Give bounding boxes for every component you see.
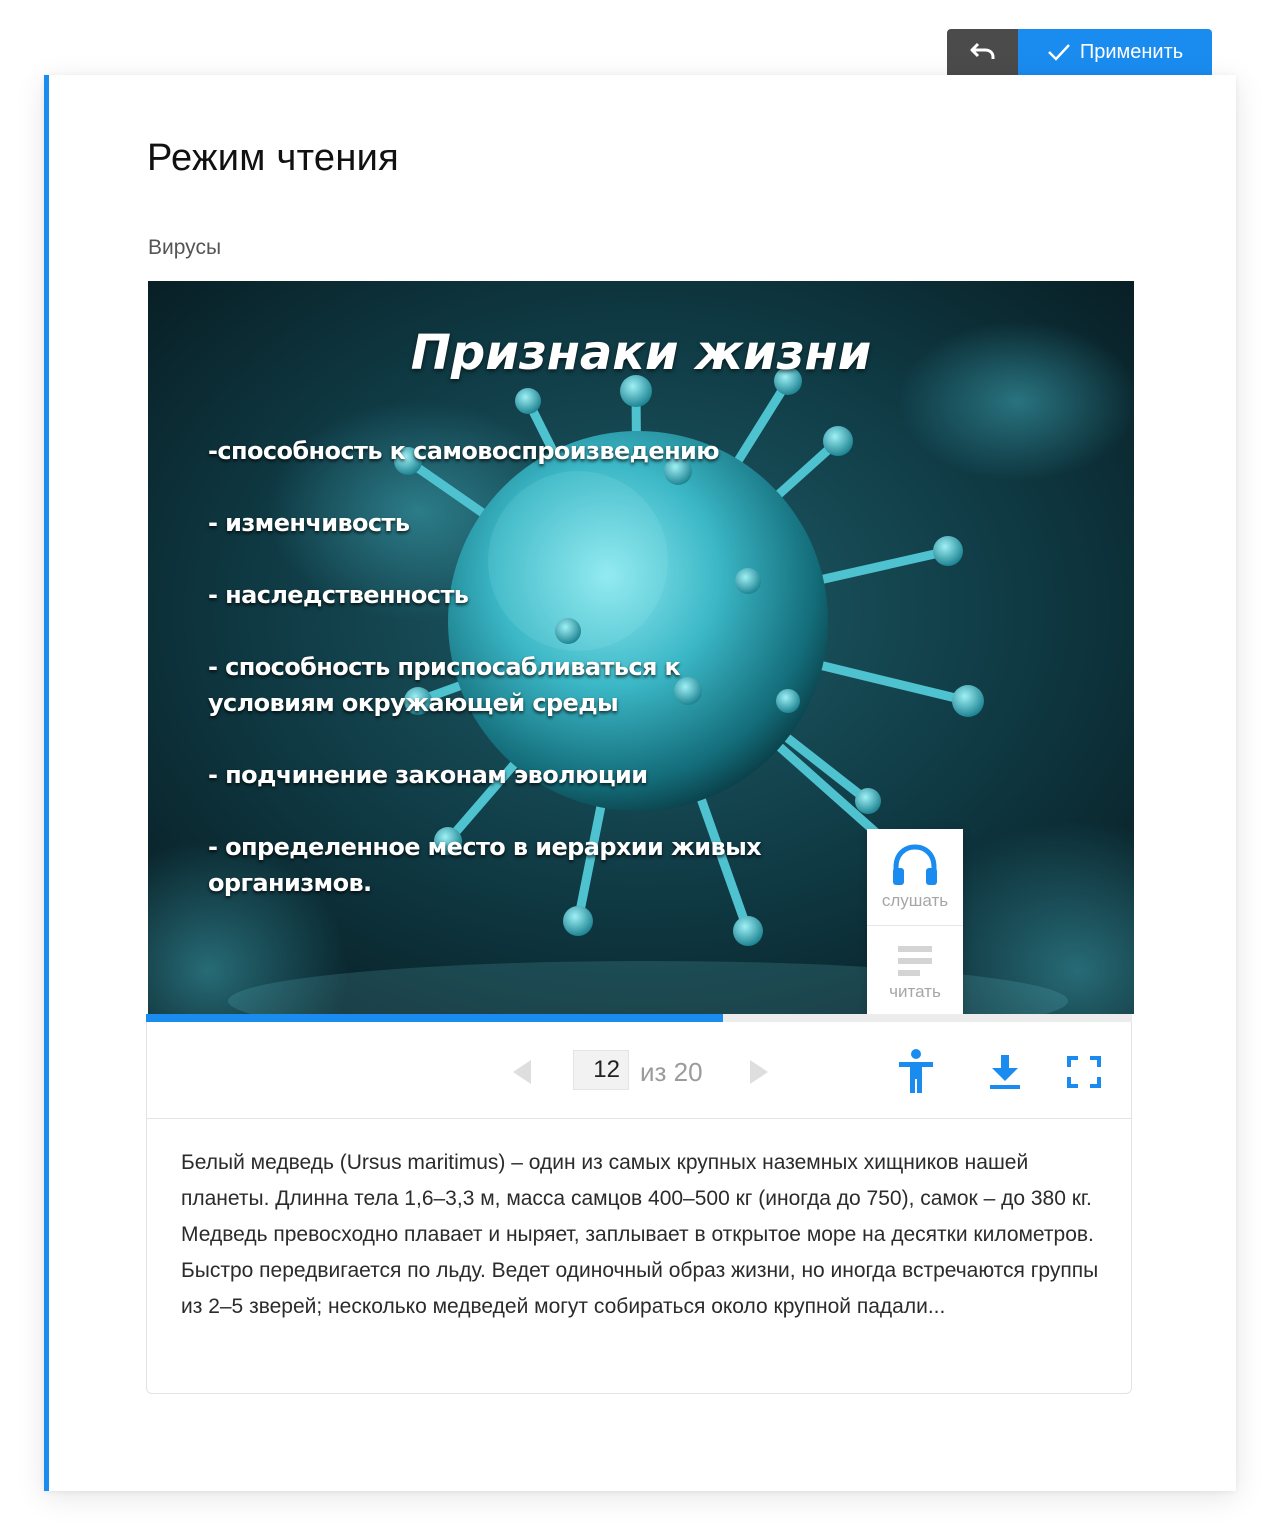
slide-progress-bar (146, 1014, 1132, 1022)
side-tools-panel: слушать читать (867, 829, 963, 1023)
fullscreen-button[interactable] (1067, 1056, 1101, 1093)
slide-description: Белый медведь (Ursus maritimus) – один и… (146, 1119, 1132, 1394)
reading-mode-panel: Режим чтения Вирусы Признаки жизни -спос… (44, 75, 1236, 1491)
description-text: Белый медведь (Ursus maritimus) – один и… (181, 1151, 1099, 1318)
presentation-viewer: Признаки жизни -способность к самовоспро… (146, 281, 1134, 1394)
slide-bullet: - подчинение законам эволюции (208, 761, 648, 789)
slide-bullet: - изменчивость (208, 509, 410, 537)
apply-button-label: Применить (1079, 40, 1184, 63)
chevron-left-icon (513, 1060, 531, 1084)
slide-progress-fill (146, 1014, 723, 1022)
check-icon (1047, 44, 1070, 61)
listen-label: слушать (881, 891, 949, 910)
prev-slide-button[interactable] (511, 1058, 533, 1091)
text-lines-icon (898, 946, 932, 976)
page-total-label: из 20 (640, 1057, 703, 1087)
slide-title: Признаки жизни (410, 325, 872, 381)
undo-button[interactable] (947, 29, 1018, 75)
fullscreen-icon (1067, 1056, 1101, 1088)
slide-image: Признаки жизни -способность к самовоспро… (148, 281, 1134, 1014)
slide-controls: из 20 (146, 1022, 1132, 1119)
page-number-input[interactable] (573, 1050, 629, 1090)
read-label: читать (889, 982, 941, 1001)
apply-button[interactable]: Применить (1018, 29, 1212, 75)
slide-bullet: - наследственность (208, 581, 469, 609)
headphones-icon (893, 844, 937, 885)
slide-bullet: - определенное место в иерархии живых ор… (208, 833, 762, 897)
accessibility-button[interactable] (898, 1049, 934, 1100)
section-label: Вирусы (148, 236, 222, 259)
slide-bullet: - способность приспосабливаться к услови… (208, 653, 681, 717)
accessibility-icon (899, 1049, 933, 1093)
listen-button[interactable]: слушать (867, 829, 963, 926)
download-icon (990, 1055, 1020, 1089)
undo-icon (970, 42, 994, 59)
next-slide-button[interactable] (748, 1058, 770, 1091)
edit-actions: Применить (947, 29, 1212, 75)
panel-accent-bar (44, 75, 49, 1491)
slide-bullet: -способность к самовоспроизведению (208, 437, 720, 465)
page-title: Режим чтения (147, 137, 400, 179)
slide-bullet-list: -способность к самовоспроизведению - изм… (208, 433, 768, 937)
read-button[interactable]: читать (867, 926, 963, 1022)
download-button[interactable] (989, 1054, 1021, 1095)
chevron-right-icon (750, 1060, 768, 1084)
